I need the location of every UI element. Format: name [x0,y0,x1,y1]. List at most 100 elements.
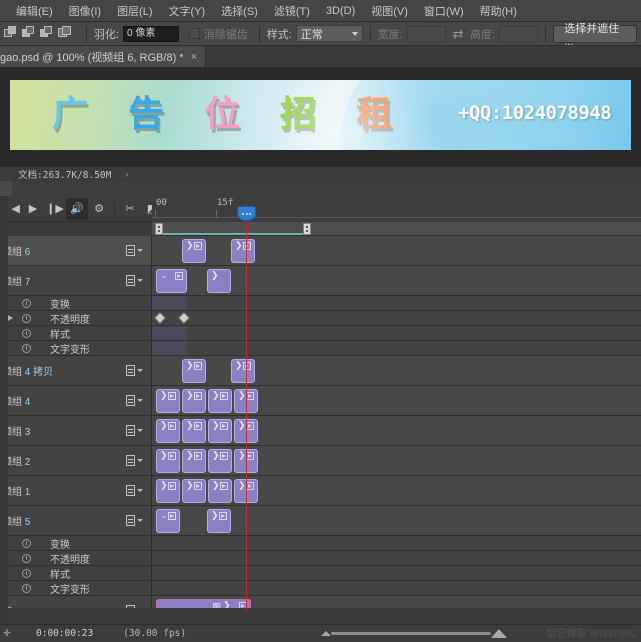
style-select[interactable]: 正常 [295,25,363,42]
track-header[interactable]: 视频组 2 [0,446,152,475]
clip[interactable]: ❯ [156,449,180,473]
clip[interactable]: ❯ [156,389,180,413]
track-row-property[interactable]: 不透明度 [0,551,641,566]
track-row[interactable]: 视频组 4 拷贝 ❯ ❯ [0,356,641,386]
playhead[interactable] [237,204,256,610]
track-options-button[interactable] [126,365,143,376]
track-lane[interactable]: ⌄ ❯ [152,266,641,295]
menu-3d[interactable]: 3D(D) [318,2,363,20]
track-row-property[interactable]: 样式 [0,326,641,341]
track-row-audio[interactable]: 音频 2 ❯ 图... [0,596,641,608]
track-options-button[interactable] [126,275,143,286]
playhead-handle[interactable] [237,206,256,221]
select-and-mask-button[interactable]: 选择并遮住 ... [553,23,637,48]
track-options-button[interactable] [126,515,143,526]
stopwatch-icon[interactable] [22,568,31,578]
audio-clip[interactable]: ❯ 图... [156,599,251,608]
stopwatch-icon[interactable] [22,538,31,548]
menu-layer[interactable]: 图层(L) [109,0,160,22]
clip[interactable]: ⌄ [156,269,187,293]
track-row-property[interactable]: 样式 [0,566,641,581]
zoom-out-icon[interactable] [320,631,331,636]
track-row-property[interactable]: 文字变形 [0,341,641,356]
stopwatch-icon[interactable] [22,328,31,338]
track-header[interactable]: 音频 2 [0,596,152,608]
track-row[interactable]: 视频组 1 ❯ ❯ ❯ ❯ [0,476,641,506]
track-header[interactable]: 视频组 6 [0,236,152,265]
track-row[interactable]: 视频组 2 ❯ ❯ ❯ ❯ [0,446,641,476]
width-input[interactable] [406,25,446,42]
track-options-button[interactable] [126,425,143,436]
clip[interactable]: ❯ [207,269,231,293]
audio-toggle-button[interactable]: 🔊 [66,197,88,220]
stopwatch-icon[interactable] [22,583,31,593]
work-area-end-handle[interactable] [303,223,311,235]
track-lane[interactable]: ❯ ❯ [152,356,641,385]
track-row-property[interactable]: 不透明度 [0,311,641,326]
clip[interactable]: ❯ [231,359,255,383]
clip[interactable]: ❯ [182,359,206,383]
timeline-ruler[interactable]: 00 15f [152,196,641,222]
track-row-property[interactable]: 文字变形 [0,581,641,596]
keyframe-marker[interactable] [154,312,166,324]
track-header[interactable]: 视频组 3 [0,416,152,445]
track-row[interactable]: 视频组 5 ⌄ ❯ [0,506,641,536]
subtract-from-selection-icon[interactable] [40,26,55,41]
add-to-selection-icon[interactable] [22,26,37,41]
settings-gear-button[interactable]: ⚙ [88,198,110,220]
document-tab[interactable]: gao.psd @ 100% (视频组 6, RGB/8) * × [0,46,207,67]
track-options-button[interactable] [126,455,143,466]
track-header[interactable]: 视频组 4 [0,386,152,415]
menu-help[interactable]: 帮助(H) [472,0,525,22]
canvas-area[interactable]: 广 告 位 招 租 +QQ:1024078948 [0,68,641,166]
clip[interactable]: ❯ [208,419,232,443]
track-header[interactable]: 视频组 1 [0,476,152,505]
chevron-right-icon[interactable]: › [125,169,128,179]
clip[interactable]: ❯ [208,389,232,413]
track-header[interactable]: 视频组 5 [0,506,152,535]
menu-filter[interactable]: 滤镜(T) [266,0,318,22]
work-area-bar[interactable] [152,222,641,236]
play-button[interactable]: ▶ [22,198,44,220]
clip[interactable]: ❯ [208,479,232,503]
track-lane[interactable]: ❯ 图... [152,596,641,608]
track-lane[interactable] [152,326,641,340]
track-lane[interactable]: ❯ ❯ [152,236,641,265]
menu-image[interactable]: 图像(I) [61,0,109,22]
clip[interactable]: ❯ [182,449,206,473]
current-timecode[interactable]: 0:00:00:23 [36,628,93,639]
track-lane[interactable]: ⌄ ❯ [152,506,641,535]
split-clip-button[interactable]: ✂ [119,198,141,220]
track-options-button[interactable] [126,485,143,496]
add-media-icon[interactable]: ✛ [0,628,14,639]
clip[interactable]: ❯ [182,479,206,503]
menu-select[interactable]: 选择(S) [213,0,266,22]
track-lane[interactable] [152,311,641,325]
clip[interactable]: ❯ [231,239,255,263]
menu-window[interactable]: 窗口(W) [416,0,472,22]
track-options-button[interactable] [126,605,143,608]
next-frame-button[interactable]: ❙▶ [44,198,66,220]
antialias-checkbox[interactable] [188,28,200,39]
zoom-slider-track[interactable] [330,632,491,635]
track-row[interactable]: 视频组 4 ❯ ❯ ❯ ❯ [0,386,641,416]
track-header[interactable]: 视频组 7 [0,266,152,295]
menu-edit[interactable]: 编辑(E) [8,0,61,22]
stopwatch-icon[interactable] [22,553,31,563]
clip[interactable]: ❯ [207,509,231,533]
track-header[interactable]: 视频组 4 拷贝 [0,356,152,385]
stopwatch-icon[interactable] [22,343,31,353]
close-icon[interactable]: × [191,51,197,63]
menu-type[interactable]: 文字(Y) [161,0,214,22]
track-lane[interactable] [152,581,641,595]
height-input[interactable] [499,25,539,42]
track-options-button[interactable] [126,245,143,256]
track-lane[interactable] [152,296,641,310]
clip[interactable]: ❯ [182,389,206,413]
track-row-property[interactable]: 变换 [0,536,641,551]
track-lane[interactable]: ❯ ❯ ❯ ❯ [152,476,641,505]
swap-dimensions-icon[interactable]: ⇄ [452,27,463,41]
stopwatch-icon[interactable] [22,298,31,308]
feather-input[interactable]: 0 像素 [122,25,179,42]
track-lane[interactable] [152,536,641,550]
